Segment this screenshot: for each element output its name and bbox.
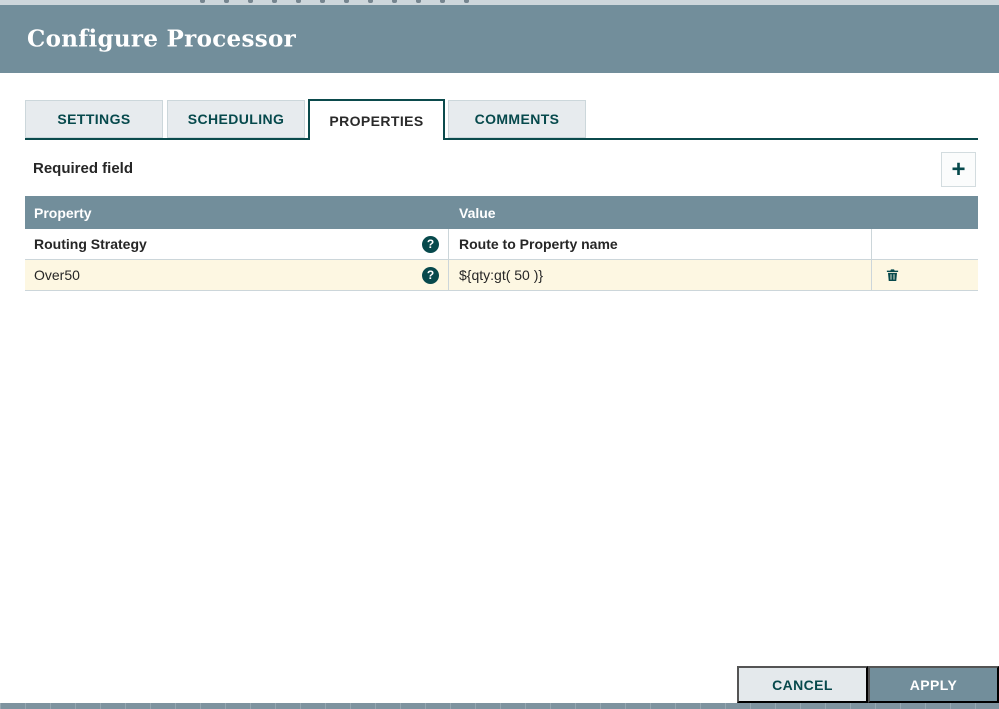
tab-comments[interactable]: COMMENTS — [448, 100, 586, 138]
column-header-property: Property — [25, 205, 449, 221]
property-name-cell[interactable]: Over50 ? — [25, 260, 449, 290]
properties-table: Property Value Routing Strategy ? Route … — [25, 196, 978, 291]
tab-properties-label: PROPERTIES — [329, 113, 423, 129]
delete-property-icon[interactable] — [885, 267, 900, 283]
required-field-label: Required field — [33, 160, 133, 177]
dialog-header: Configure Processor — [0, 5, 999, 73]
help-icon[interactable]: ? — [422, 236, 439, 253]
column-header-value: Value — [449, 205, 978, 221]
property-value-cell[interactable]: ${qty:gt( 50 )} — [449, 260, 872, 290]
apply-button-label: APPLY — [910, 677, 957, 693]
tab-settings[interactable]: SETTINGS — [25, 100, 163, 138]
property-name: Over50 — [34, 267, 80, 283]
tab-scheduling-label: SCHEDULING — [188, 111, 285, 127]
property-value: ${qty:gt( 50 )} — [459, 267, 543, 283]
tab-scheduling[interactable]: SCHEDULING — [167, 100, 305, 138]
table-row-over50[interactable]: Over50 ? ${qty:gt( 50 )} — [25, 260, 978, 291]
row-actions-cell — [872, 260, 978, 290]
configure-processor-dialog: Configure Processor SETTINGS SCHEDULING … — [0, 0, 999, 709]
properties-table-header: Property Value — [25, 196, 978, 229]
tab-properties[interactable]: PROPERTIES — [308, 99, 445, 140]
row-actions-cell — [872, 229, 978, 259]
property-value-cell[interactable]: Route to Property name — [449, 229, 872, 259]
property-value: Route to Property name — [459, 236, 618, 252]
cancel-button[interactable]: CANCEL — [737, 666, 868, 703]
tab-underline — [25, 138, 978, 140]
cancel-button-label: CANCEL — [772, 677, 833, 693]
table-row-routing-strategy[interactable]: Routing Strategy ? Route to Property nam… — [25, 229, 978, 260]
background-toolbar-artifacts — [200, 0, 205, 3]
background-canvas-bottom — [0, 703, 999, 709]
tab-settings-label: SETTINGS — [57, 111, 130, 127]
property-name-cell[interactable]: Routing Strategy ? — [25, 229, 449, 259]
tab-comments-label: COMMENTS — [475, 111, 560, 127]
plus-icon: + — [951, 158, 965, 182]
dialog-title: Configure Processor — [27, 26, 296, 53]
property-name: Routing Strategy — [34, 236, 147, 252]
apply-button[interactable]: APPLY — [868, 666, 999, 703]
add-property-button[interactable]: + — [941, 152, 976, 187]
help-icon[interactable]: ? — [422, 267, 439, 284]
